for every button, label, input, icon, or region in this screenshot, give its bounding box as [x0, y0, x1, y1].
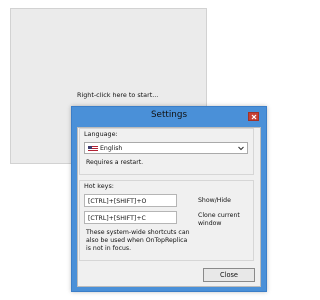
hotkey-clone-label-line1: Clone current: [198, 212, 240, 219]
hotkey-show-hide-label: Show/Hide: [198, 197, 231, 204]
close-button[interactable]: Close: [203, 268, 255, 282]
hotkey-show-hide-input[interactable]: [CTRL]+[SHIFT]+O: [84, 194, 177, 207]
language-group-label: Language:: [84, 130, 118, 138]
dialog-title: Settings: [150, 110, 188, 120]
dialog-titlebar[interactable]: Settings: [72, 107, 266, 127]
hotkey-clone-label-line2: window: [198, 220, 222, 227]
hotkeys-group-label: Hot keys:: [84, 182, 114, 190]
restart-note: Requires a restart.: [86, 159, 144, 166]
hotkeys-note-line1: These system-wide shortcuts can: [86, 229, 190, 236]
close-window-button[interactable]: [248, 112, 259, 121]
language-selected-value: English: [100, 144, 123, 152]
language-select[interactable]: English: [84, 142, 248, 154]
hotkey-clone-input[interactable]: [CTRL]+[SHIFT]+C: [84, 211, 177, 224]
start-hint-text: Right-click here to start...: [77, 91, 159, 99]
chevron-down-icon: [238, 146, 244, 151]
hotkeys-note-line2: also be used when OnTopReplica: [86, 237, 188, 244]
us-flag-icon: [88, 145, 98, 152]
close-icon: [251, 114, 257, 120]
hotkeys-note-line3: is not in focus.: [86, 245, 132, 252]
